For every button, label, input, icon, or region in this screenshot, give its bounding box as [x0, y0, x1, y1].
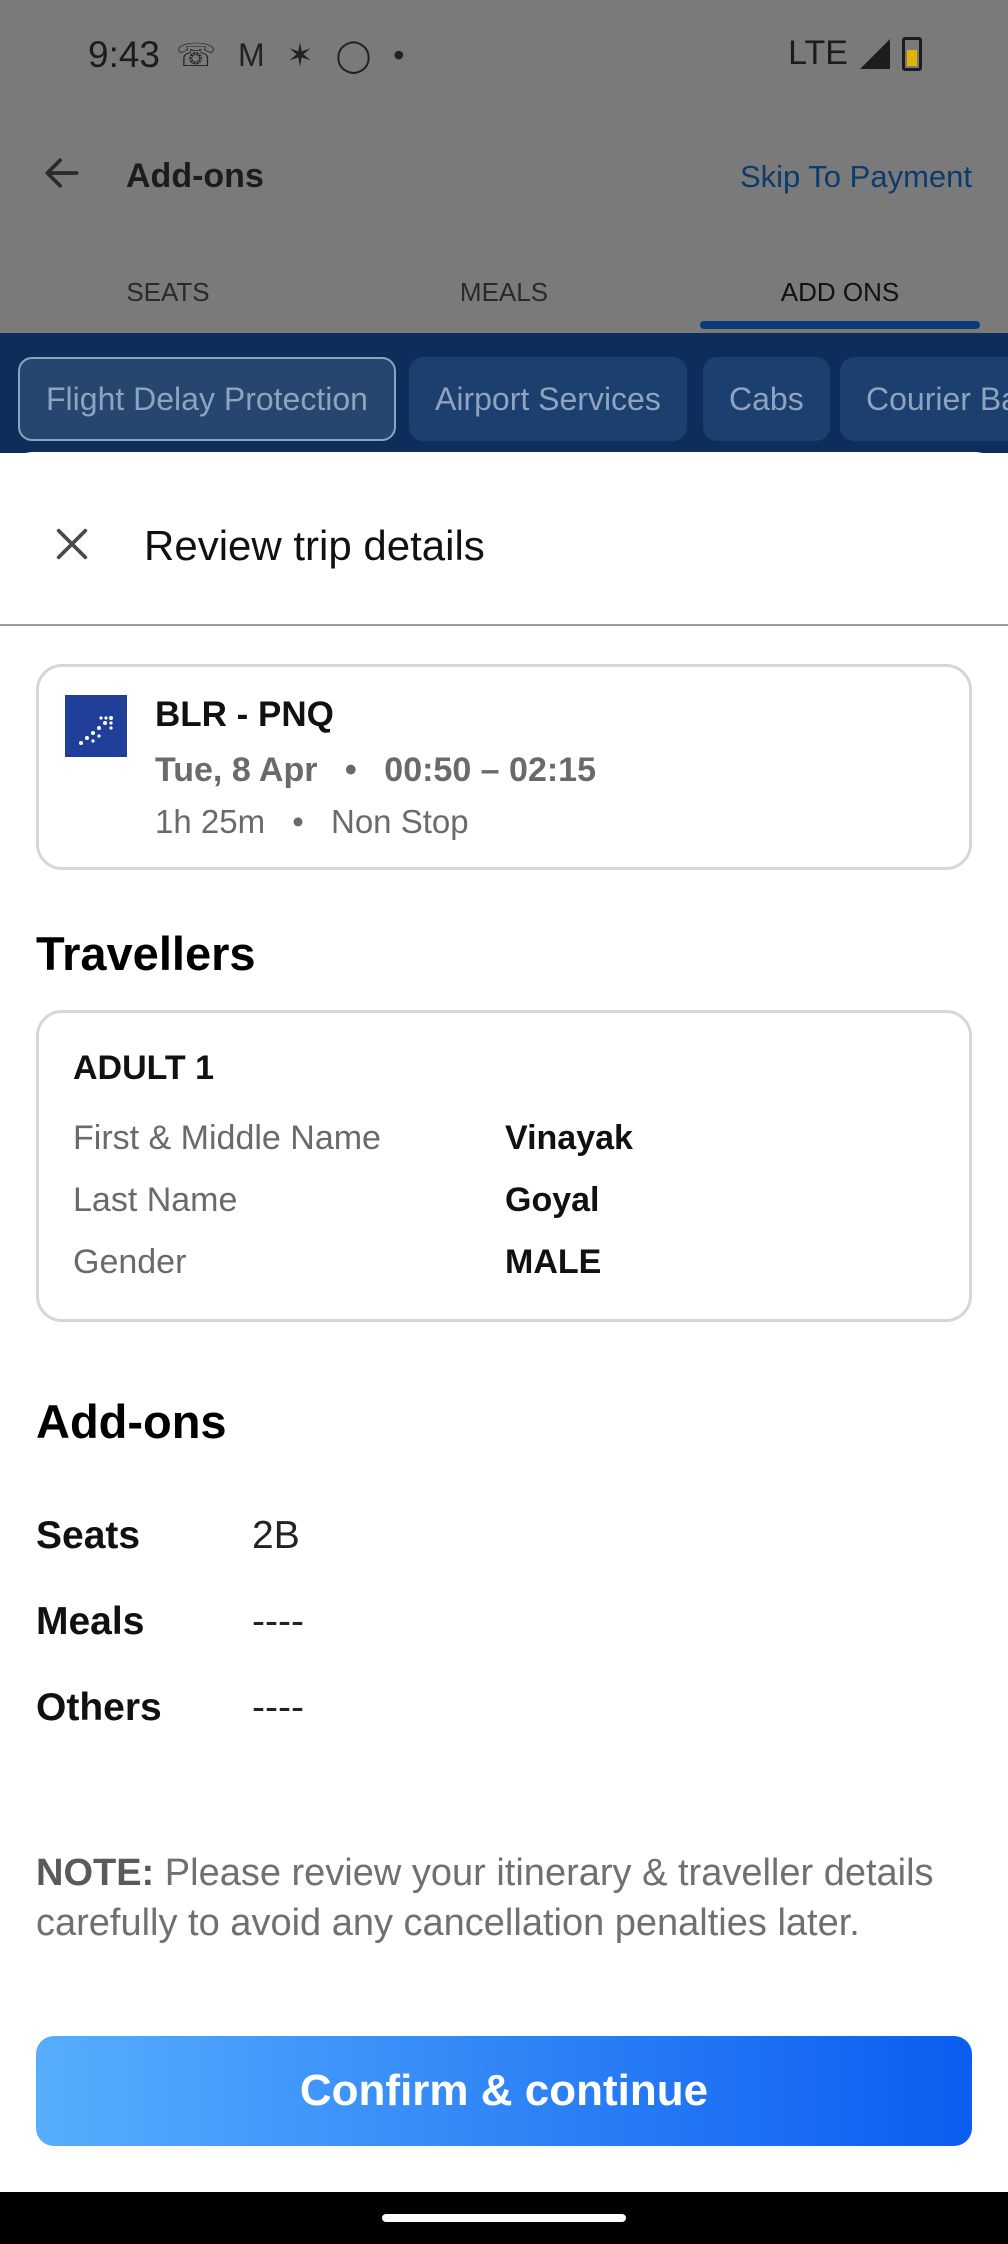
addon-value: ----	[252, 1600, 304, 1643]
addon-value: ----	[252, 1686, 304, 1729]
chip-airport-services[interactable]: Airport Services	[409, 357, 687, 441]
dot-icon: •	[393, 36, 405, 73]
traveller-value: MALE	[505, 1243, 602, 1281]
flight-duration-stops: 1h 25m • Non Stop	[155, 803, 469, 841]
page-title: Add-ons	[126, 157, 264, 195]
sheet-title: Review trip details	[144, 522, 485, 569]
flight-date: Tue, 8 Apr	[155, 751, 318, 789]
note-label: NOTE:	[36, 1852, 155, 1894]
flight-times: 00:50 – 02:15	[384, 751, 597, 789]
addon-label: Meals	[36, 1600, 145, 1643]
sheet-header: Review trip details	[0, 452, 1008, 626]
flight-stops: Non Stop	[330, 803, 469, 840]
battery-icon	[902, 36, 922, 71]
status-time: 9:43	[88, 34, 161, 75]
addon-category-chips: Flight Delay Protection Airport Services…	[0, 333, 1008, 453]
traveller-value: Goyal	[505, 1181, 600, 1219]
whatsapp-icon: ☏	[176, 37, 217, 73]
confirm-continue-button[interactable]: Confirm & continue	[36, 2036, 972, 2146]
flight-duration: 1h 25m	[155, 803, 266, 840]
addon-label: Seats	[36, 1514, 141, 1557]
status-right: LTE	[788, 34, 922, 73]
app-header: Add-ons Skip To Payment	[0, 115, 1008, 235]
close-icon[interactable]	[52, 524, 92, 564]
chip-courier-baggage[interactable]: Courier Ba	[840, 357, 1008, 441]
network-label: LTE	[788, 34, 848, 72]
traveller-label: Last Name	[73, 1181, 238, 1219]
notification-icons: ☏ M ✶ ◯ •	[176, 36, 405, 74]
traveller-type: ADULT 1	[73, 1049, 215, 1087]
separator-dot: •	[344, 751, 357, 789]
pinwheel-icon: ✶	[286, 37, 314, 73]
tab-seats[interactable]: SEATS	[0, 235, 336, 333]
airline-logo-icon	[65, 695, 127, 757]
status-bar: 9:43 ☏ M ✶ ◯ • LTE	[0, 0, 1008, 115]
review-trip-sheet: Review trip details BLR - PNQ Tue, 8 Apr…	[0, 452, 1008, 2192]
chip-flight-delay-protection[interactable]: Flight Delay Protection	[18, 357, 396, 441]
traveller-value: Vinayak	[505, 1119, 633, 1157]
tab-bar: SEATS MEALS ADD ONS	[0, 235, 1008, 333]
home-indicator[interactable]	[382, 2214, 626, 2222]
chip-cabs[interactable]: Cabs	[703, 357, 830, 441]
skip-to-payment-link[interactable]: Skip To Payment	[740, 159, 972, 195]
tab-meals[interactable]: MEALS	[336, 235, 672, 333]
tab-add-ons[interactable]: ADD ONS	[672, 235, 1008, 333]
addons-heading: Add-ons	[36, 1395, 227, 1448]
review-note: NOTE: Please review your itinerary & tra…	[36, 1848, 972, 1948]
traveller-card: ADULT 1 First & Middle Name Vinayak Last…	[36, 1010, 972, 1322]
addon-label: Others	[36, 1686, 162, 1729]
instagram-icon: ◯	[335, 37, 372, 73]
flight-summary-card: BLR - PNQ Tue, 8 Apr • 00:50 – 02:15 1h …	[36, 664, 972, 870]
gmail-icon: M	[238, 36, 265, 73]
flight-date-time: Tue, 8 Apr • 00:50 – 02:15	[155, 751, 596, 790]
note-text: Please review your itinerary & traveller…	[36, 1852, 934, 1944]
addon-value: 2B	[252, 1514, 300, 1557]
travellers-heading: Travellers	[36, 927, 256, 980]
system-nav-bar	[0, 2192, 1008, 2244]
traveller-label: First & Middle Name	[73, 1119, 381, 1157]
separator-dot: •	[292, 803, 304, 840]
signal-icon	[860, 38, 890, 69]
traveller-label: Gender	[73, 1243, 187, 1281]
back-arrow-icon[interactable]	[40, 151, 84, 195]
flight-route: BLR - PNQ	[155, 695, 334, 734]
